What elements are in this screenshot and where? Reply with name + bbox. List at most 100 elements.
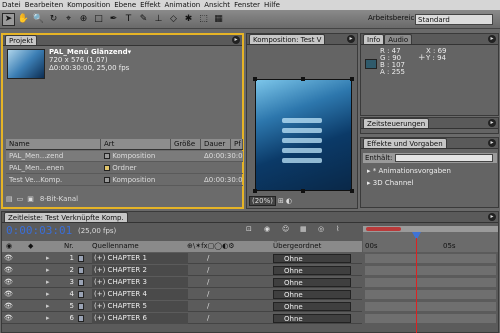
- pan-behind-tool-icon[interactable]: ⊕: [77, 13, 90, 26]
- expand-arrow-icon[interactable]: ▸: [46, 265, 50, 276]
- column-name[interactable]: Name: [6, 139, 101, 149]
- camera-tool-icon[interactable]: ⌖: [62, 13, 75, 26]
- tab-timeline[interactable]: Zeitleiste: Test Verknüpfte Komp.: [4, 212, 128, 222]
- pen-switch-icon[interactable]: /: [207, 253, 209, 264]
- expand-arrow-icon[interactable]: ▸: [46, 313, 50, 324]
- composition-viewer[interactable]: [255, 79, 352, 191]
- work-area-fill[interactable]: [366, 227, 401, 231]
- pen-tool-icon[interactable]: ✒: [107, 13, 120, 26]
- menu-effect[interactable]: Effekt: [138, 1, 162, 9]
- layer-duration-bar[interactable]: [365, 302, 496, 311]
- project-row[interactable]: PAL_Men...zend Komposition Δ0:00:30:00: [6, 151, 243, 162]
- menu-edit[interactable]: Bearbeiten: [23, 1, 65, 9]
- hand-tool-icon[interactable]: ✋: [17, 13, 30, 26]
- av-features-icon[interactable]: ◉: [6, 241, 12, 252]
- layer-name[interactable]: (+) CHAPTER 3: [92, 277, 188, 288]
- eye-icon[interactable]: 👁: [4, 301, 13, 312]
- panel-menu-icon[interactable]: ▸: [232, 36, 240, 44]
- layer-name[interactable]: (+) CHAPTER 6: [92, 313, 188, 324]
- column-parent[interactable]: Übergeordnet: [273, 241, 321, 252]
- effects-search-input[interactable]: [395, 154, 493, 162]
- expand-arrow-icon[interactable]: ▸: [46, 253, 50, 264]
- parent-select[interactable]: Ohne: [273, 278, 351, 287]
- layer-name[interactable]: (+) CHAPTER 5: [92, 301, 188, 312]
- current-time-indicator[interactable]: [416, 238, 417, 333]
- menu-window[interactable]: Fenster: [232, 1, 262, 9]
- zoom-tool-icon[interactable]: 🔍: [32, 13, 45, 26]
- layer-duration-bar[interactable]: [365, 314, 496, 323]
- shy-layers-icon[interactable]: ☺: [282, 225, 289, 233]
- pen-switch-icon[interactable]: /: [207, 289, 209, 300]
- panel-menu-icon[interactable]: ▸: [347, 35, 355, 43]
- layer-duration-bar[interactable]: [365, 254, 496, 263]
- column-nr[interactable]: Nr.: [64, 241, 74, 252]
- column-size[interactable]: Größe: [171, 139, 201, 149]
- transform-handle[interactable]: [301, 189, 305, 193]
- project-row[interactable]: PAL_Men...enen Ordner: [6, 163, 243, 174]
- tab-project[interactable]: Projekt: [5, 35, 38, 45]
- mask-tool-icon[interactable]: □: [92, 13, 105, 26]
- frame-blending-icon[interactable]: ▦: [300, 225, 307, 233]
- eraser-tool-icon[interactable]: ◇: [167, 13, 180, 26]
- switches-icon[interactable]: ⊕\✶fx▢◯◐⚙: [187, 241, 235, 252]
- column-duration[interactable]: Dauer: [201, 139, 231, 149]
- expand-arrow-icon[interactable]: ▸: [367, 167, 371, 175]
- tab-time-controls[interactable]: Zeitsteuerungen: [363, 118, 430, 128]
- parent-select[interactable]: Ohne: [273, 302, 351, 311]
- expand-arrow-icon[interactable]: ▸: [46, 289, 50, 300]
- label-column-icon[interactable]: ◆: [28, 241, 33, 252]
- eye-icon[interactable]: 👁: [4, 265, 13, 276]
- panel-menu-icon[interactable]: ▸: [488, 139, 496, 147]
- grid-tool-icon[interactable]: ▦: [212, 13, 225, 26]
- layer-duration-bar[interactable]: [365, 266, 496, 275]
- panel-menu-icon[interactable]: ▸: [488, 119, 496, 127]
- expand-arrow-icon[interactable]: ▸: [46, 301, 50, 312]
- project-row[interactable]: Test Ve...Komp. Komposition Δ0:00:30:00: [6, 175, 243, 186]
- parent-select[interactable]: Ohne: [273, 266, 351, 275]
- bit-depth-label[interactable]: 8-Bit-Kanal: [40, 195, 78, 203]
- layer-label-swatch[interactable]: [78, 315, 84, 322]
- tab-audio[interactable]: Audio: [384, 34, 413, 44]
- pen-switch-icon[interactable]: /: [207, 301, 209, 312]
- parent-select[interactable]: Ohne: [273, 290, 351, 299]
- grid-toggle-icon[interactable]: ⊞: [278, 197, 284, 205]
- transform-handle[interactable]: [350, 77, 354, 81]
- expand-arrow-icon[interactable]: ▸: [46, 277, 50, 288]
- new-composition-icon[interactable]: ▣: [27, 195, 34, 203]
- clone-tool-icon[interactable]: ⊥: [152, 13, 165, 26]
- eye-icon[interactable]: 👁: [4, 253, 13, 264]
- tab-effects-presets[interactable]: Effekte und Vorgaben: [363, 138, 447, 148]
- time-ruler[interactable]: 00s 05s: [363, 226, 498, 252]
- layer-label-swatch[interactable]: [78, 303, 84, 310]
- eye-icon[interactable]: 👁: [4, 289, 13, 300]
- panel-menu-icon[interactable]: ▸: [488, 213, 496, 221]
- parent-select[interactable]: Ohne: [273, 254, 351, 263]
- layer-row[interactable]: 👁 ▸ 5 (+) CHAPTER 5 / Ohne: [2, 301, 496, 312]
- rotate-tool-icon[interactable]: ↻: [47, 13, 60, 26]
- pen-switch-icon[interactable]: /: [207, 265, 209, 276]
- layer-label-swatch[interactable]: [78, 291, 84, 298]
- current-time-display[interactable]: 0:00:03:01: [6, 224, 72, 237]
- layer-label-swatch[interactable]: [78, 279, 84, 286]
- selection-tool-icon[interactable]: ➤: [2, 12, 15, 26]
- draft-3d-icon[interactable]: ◉: [264, 225, 270, 233]
- layer-label-swatch[interactable]: [78, 255, 84, 262]
- text-tool-icon[interactable]: T: [122, 13, 135, 26]
- column-art[interactable]: Art: [101, 139, 171, 149]
- layer-label-swatch[interactable]: [78, 267, 84, 274]
- layer-duration-bar[interactable]: [365, 290, 496, 299]
- menu-layer[interactable]: Ebene: [112, 1, 138, 9]
- transform-handle[interactable]: [350, 189, 354, 193]
- layer-name[interactable]: (+) CHAPTER 1: [92, 253, 188, 264]
- layer-row[interactable]: 👁 ▸ 3 (+) CHAPTER 3 / Ohne: [2, 277, 496, 288]
- comp-mini-flowchart-icon[interactable]: ⊡: [246, 225, 252, 233]
- layer-name[interactable]: (+) CHAPTER 4: [92, 289, 188, 300]
- layer-name[interactable]: (+) CHAPTER 2: [92, 265, 188, 276]
- parent-select[interactable]: Ohne: [273, 314, 351, 323]
- expand-arrow-icon[interactable]: ▸: [367, 179, 371, 187]
- layer-row[interactable]: 👁 ▸ 1 (+) CHAPTER 1 / Ohne: [2, 253, 496, 264]
- motion-blur-icon[interactable]: ◎: [318, 225, 324, 233]
- tab-composition[interactable]: Komposition: Test V: [249, 34, 326, 44]
- layer-duration-bar[interactable]: [365, 278, 496, 287]
- orient-tool-icon[interactable]: ⬚: [197, 13, 210, 26]
